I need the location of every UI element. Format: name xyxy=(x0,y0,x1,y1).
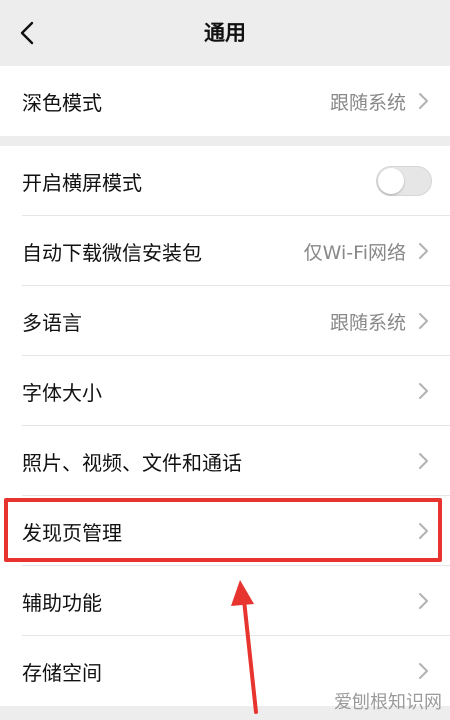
settings-group-display: 深色模式 跟随系统 xyxy=(0,66,450,136)
chevron-right-icon xyxy=(419,383,428,399)
settings-group-general: 开启横屏模式 自动下载微信安装包 仅Wi-Fi网络 多语言 跟随系统 字体大小 … xyxy=(0,146,450,706)
chevron-right-icon xyxy=(419,243,428,259)
chevron-right-icon xyxy=(419,453,428,469)
settings-row-discover[interactable]: 发现页管理 xyxy=(0,496,450,566)
top-nav-bar: 通用 xyxy=(0,0,450,66)
row-label: 开启横屏模式 xyxy=(22,170,142,195)
settings-row-auto-download[interactable]: 自动下载微信安装包 仅Wi-Fi网络 xyxy=(0,216,450,286)
row-label: 照片、视频、文件和通话 xyxy=(22,450,242,475)
landscape-toggle[interactable] xyxy=(376,166,432,196)
row-value: 跟随系统 xyxy=(329,91,406,114)
row-label: 辅助功能 xyxy=(22,590,102,615)
chevron-right-icon xyxy=(419,523,428,539)
watermark: 爱刨根知识网 xyxy=(334,692,442,713)
row-label: 字体大小 xyxy=(22,380,102,405)
settings-row-landscape[interactable]: 开启横屏模式 xyxy=(0,146,450,216)
row-label: 存储空间 xyxy=(22,660,102,685)
settings-row-font-size[interactable]: 字体大小 xyxy=(0,356,450,426)
row-value: 跟随系统 xyxy=(329,311,406,334)
row-label: 深色模式 xyxy=(22,90,102,115)
toggle-knob xyxy=(378,168,404,194)
settings-row-media[interactable]: 照片、视频、文件和通话 xyxy=(0,426,450,496)
page-title: 通用 xyxy=(204,21,246,45)
chevron-right-icon xyxy=(419,313,428,329)
settings-row-accessibility[interactable]: 辅助功能 xyxy=(0,566,450,636)
chevron-right-icon xyxy=(419,593,428,609)
settings-row-dark-mode[interactable]: 深色模式 跟随系统 xyxy=(0,66,450,136)
settings-row-language[interactable]: 多语言 跟随系统 xyxy=(0,286,450,356)
row-label: 发现页管理 xyxy=(22,520,122,545)
row-label: 自动下载微信安装包 xyxy=(22,240,202,265)
chevron-right-icon xyxy=(419,93,428,109)
chevron-right-icon xyxy=(419,663,428,679)
row-value: 仅Wi-Fi网络 xyxy=(303,241,406,264)
row-label: 多语言 xyxy=(22,310,82,335)
